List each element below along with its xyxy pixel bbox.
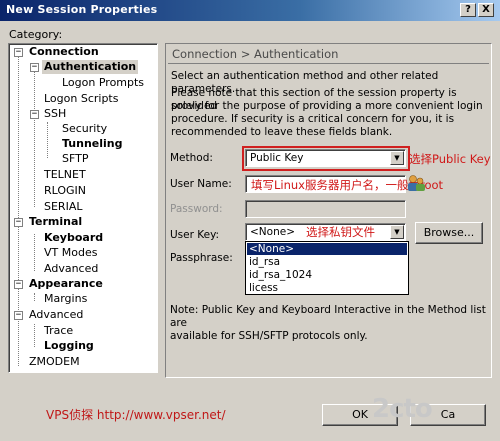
expand-terminal-icon[interactable]: − — [14, 218, 23, 227]
tree-item-zmodem[interactable]: ZMODEM — [27, 355, 82, 369]
tree-item-logging[interactable]: Logging — [42, 339, 96, 353]
browse-button[interactable]: Browse... — [415, 222, 483, 244]
dropdown-option[interactable]: id_rsa_1024 — [247, 269, 407, 281]
tree-item-trace[interactable]: Trace — [42, 324, 75, 338]
tree-item-logon-scripts[interactable]: Logon Scripts — [42, 92, 120, 106]
tree-guide-connection — [34, 72, 35, 207]
tree-item-logon-prompts[interactable]: Logon Prompts — [60, 76, 146, 90]
tree-guide-ssh — [47, 122, 48, 158]
tree-item-advanced[interactable]: Advanced — [27, 308, 85, 322]
username-label: User Name: — [170, 178, 232, 190]
users-icon — [408, 175, 425, 191]
expand-ssh-icon[interactable]: − — [30, 110, 39, 119]
dropdown-option[interactable]: licess — [247, 282, 407, 294]
category-label: Category: — [9, 28, 63, 41]
userkey-annotation: 选择私钥文件 — [306, 225, 375, 239]
userkey-label: User Key: — [170, 229, 220, 241]
password-label: Password: — [170, 203, 223, 215]
tree-item-sftp[interactable]: SFTP — [60, 152, 90, 166]
close-button[interactable]: X — [478, 3, 494, 17]
title-bar: New Session Properties ? X — [0, 0, 500, 21]
tree-item-serial[interactable]: SERIAL — [42, 200, 84, 214]
userkey-dropdown[interactable]: <None> id_rsa id_rsa_1024 licess — [245, 241, 409, 295]
expand-advanced-icon[interactable]: − — [14, 311, 23, 320]
footnote-line-2: available for SSH/SFTP protocols only. — [170, 330, 368, 342]
expand-authentication-icon[interactable]: − — [30, 63, 39, 72]
userkey-value: <None> — [250, 226, 295, 238]
expand-appearance-icon[interactable]: − — [14, 280, 23, 289]
method-label: Method: — [170, 152, 213, 164]
help-button[interactable]: ? — [460, 3, 476, 17]
password-field — [245, 200, 406, 218]
note-line-3: procedure. If security is a critical con… — [171, 113, 455, 125]
tree-item-keyboard[interactable]: Keyboard — [42, 231, 105, 245]
window-title: New Session Properties — [6, 3, 158, 16]
tree-item-security[interactable]: Security — [60, 122, 109, 136]
expand-connection-icon[interactable]: − — [14, 48, 23, 57]
panel-header: Connection > Authentication — [168, 46, 489, 64]
tree-item-connection[interactable]: Connection — [27, 45, 101, 59]
tree-item-telnet[interactable]: TELNET — [42, 168, 88, 182]
footnote: Note: Public Key and Keyboard Interactiv… — [170, 304, 490, 343]
category-tree[interactable]: − Connection − Authentication Logon Prom… — [8, 43, 158, 373]
tree-item-appearance[interactable]: Appearance — [27, 277, 105, 291]
dropdown-option[interactable]: id_rsa — [247, 256, 407, 268]
method-highlight — [242, 146, 410, 171]
footer-credit: VPS侦探 http://www.vpser.net/ — [46, 408, 226, 422]
tree-item-vt-modes[interactable]: VT Modes — [42, 246, 99, 260]
chevron-down-icon[interactable]: ▼ — [390, 225, 404, 239]
passphrase-label: Passphrase: — [170, 252, 233, 264]
tree-item-rlogin[interactable]: RLOGIN — [42, 184, 88, 198]
note-line-2: solely for the purpose of providing a mo… — [171, 100, 483, 112]
tree-item-ssh[interactable]: SSH — [42, 107, 68, 121]
tree-item-margins[interactable]: Margins — [42, 292, 89, 306]
method-annotation: 选择Public Key — [409, 152, 491, 166]
watermark: 2cto — [372, 394, 433, 424]
note-line-4: recommended to leave these fields blank. — [171, 126, 393, 138]
tree-item-terminal[interactable]: Terminal — [27, 215, 84, 229]
tree-item-authentication[interactable]: Authentication — [42, 60, 139, 74]
tree-item-tunneling[interactable]: Tunneling — [60, 137, 125, 151]
tree-guide-appearance — [34, 293, 35, 301]
tree-guide-terminal — [34, 234, 35, 271]
tree-item-terminal-advanced[interactable]: Advanced — [42, 262, 100, 276]
tree-guide-advanced — [34, 324, 35, 347]
dropdown-option[interactable]: <None> — [247, 243, 407, 255]
footnote-line-1: Note: Public Key and Keyboard Interactiv… — [170, 304, 486, 329]
